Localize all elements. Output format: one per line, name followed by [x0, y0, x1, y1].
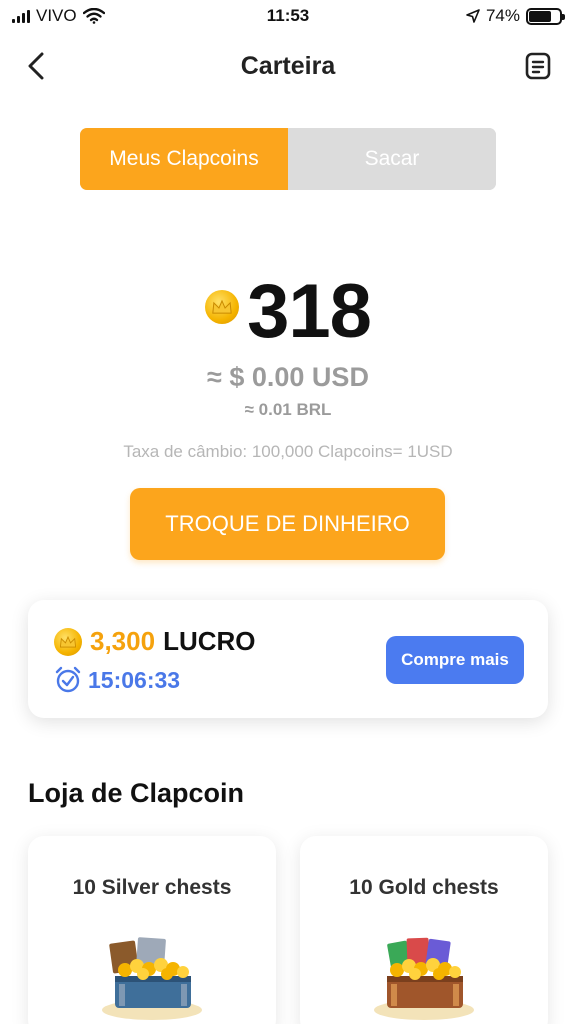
battery-icon [526, 7, 565, 25]
tab-sacar[interactable]: Sacar [288, 128, 496, 190]
status-bar: VIVO 11:53 74% [0, 0, 576, 34]
coin-balance: 318 [0, 268, 576, 355]
shop-item-gold-chests[interactable]: 10 Gold chests [300, 836, 548, 1024]
coin-icon [54, 627, 82, 656]
buy-more-button[interactable]: Compre mais [386, 636, 524, 684]
tab-meus-clapcoins[interactable]: Meus Clapcoins [80, 128, 288, 190]
balance-usd: ≈ $ 0.00 USD [207, 362, 369, 392]
profit-row: 3,300 LUCRO [54, 626, 256, 657]
shop-item-silver-chests[interactable]: 10 Silver chests [28, 836, 276, 1024]
timer-text: 15:06:33 [88, 666, 181, 693]
document-icon [525, 52, 551, 80]
location-arrow-icon [466, 9, 480, 23]
history-button[interactable] [522, 50, 554, 82]
shop-item-title: 10 Gold chests [349, 876, 499, 899]
gold-chest-icon [374, 937, 474, 1020]
coin-icon [205, 289, 240, 324]
status-right: 74% [466, 6, 565, 26]
timer-row: 15:06:33 [54, 666, 180, 694]
silver-chest-icon [102, 937, 202, 1020]
battery-percent: 74% [485, 6, 520, 25]
page-title: Carteira [240, 52, 336, 80]
shop-title: Loja de Clapcoin [28, 778, 245, 808]
balance-value: 318 [247, 269, 372, 354]
shop-item-title: 10 Silver chests [72, 876, 232, 899]
alarm-clock-icon [55, 666, 81, 693]
profit-card: 3,300 LUCRO 15:06:33 Compre mais [28, 600, 548, 718]
chevron-left-icon [28, 52, 44, 80]
wallet-tabs: Meus Clapcoins Sacar [80, 128, 496, 190]
exchange-rate: Taxa de câmbio: 100,000 Clapcoins= 1USD [123, 442, 453, 461]
header: Carteira [0, 40, 576, 92]
profit-label: LUCRO [163, 626, 256, 656]
profit-amount: 3,300 [90, 626, 156, 656]
balance-brl: ≈ 0.01 BRL [244, 400, 332, 419]
exchange-money-button[interactable]: TROQUE DE DINHEIRO [130, 488, 445, 560]
back-button[interactable] [20, 50, 52, 82]
